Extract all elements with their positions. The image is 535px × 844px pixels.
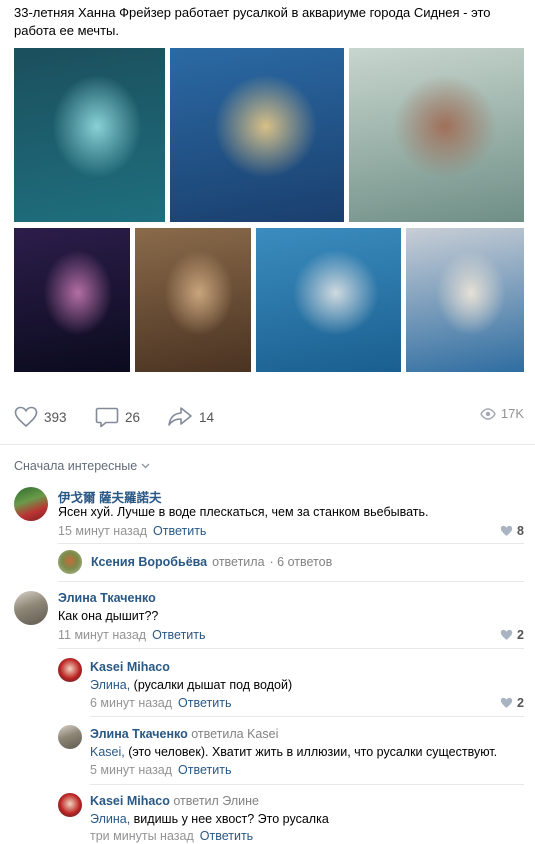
likes-count: 393: [44, 409, 67, 425]
comment-time[interactable]: 6 минут назад: [90, 696, 172, 710]
divider: [58, 648, 524, 649]
comment-author-name[interactable]: Элина Ткаченко: [90, 727, 188, 741]
comment-text: Ясен хуй. Лучше в воде плескаться, чем з…: [58, 505, 429, 519]
comment-author[interactable]: Элина Ткаченко ответила Kasei: [90, 727, 278, 741]
chevron-down-icon: [141, 463, 150, 469]
comment-like-button[interactable]: 2: [500, 696, 524, 710]
comment-body: (это человек). Хватит жить в иллюзии, чт…: [124, 745, 498, 759]
avatar[interactable]: [58, 725, 82, 749]
comment-icon: [95, 407, 119, 428]
heart-icon: [14, 406, 38, 428]
comment-meta: 15 минут назад Ответить: [58, 524, 206, 538]
comment-meta: три минуты назад Ответить: [90, 829, 253, 843]
like-button[interactable]: 393: [14, 406, 67, 428]
comment-meta: 6 минут назад Ответить: [90, 696, 231, 710]
divider: [58, 543, 524, 544]
replied-to[interactable]: ответила Kasei: [191, 727, 278, 741]
thread-verb: ответила: [212, 555, 265, 569]
post-text: 33-летняя Ханна Фрейзер работает русалко…: [14, 5, 491, 38]
heart-icon: [500, 525, 513, 536]
eye-icon: [480, 407, 496, 420]
thread-summary[interactable]: Ксения Воробьёва ответила · 6 ответов: [91, 555, 332, 569]
comment-author[interactable]: Kasei Mihaco: [90, 660, 170, 674]
views-count: 17K: [500, 406, 524, 421]
avatar[interactable]: [14, 487, 48, 521]
divider: [90, 784, 524, 785]
sort-dropdown[interactable]: Сначала интересные: [14, 459, 150, 473]
photo-mermaid-rock[interactable]: [135, 228, 251, 372]
comment-text: Элина, (русалки дышат под водой): [90, 678, 292, 692]
comment-meta: 11 минут назад Ответить: [58, 628, 206, 642]
sort-label: Сначала интересные: [14, 459, 138, 473]
comment-body: видишь у нее хвост? Это русалка: [130, 812, 329, 826]
comment-text: Kasei, (это человек). Хватит жить в иллю…: [90, 745, 497, 759]
avatar[interactable]: [58, 550, 82, 574]
replied-to[interactable]: ответил Элине: [173, 794, 259, 808]
comment-time[interactable]: 11 минут назад: [58, 628, 146, 642]
comment-author[interactable]: Kasei Mihaco ответил Элине: [90, 794, 259, 808]
thread-author[interactable]: Ксения Воробьёва: [91, 555, 207, 569]
thread-count[interactable]: · 6 ответов: [270, 555, 333, 569]
reply-button[interactable]: Ответить: [153, 524, 206, 538]
mention-link[interactable]: Элина,: [90, 678, 130, 692]
reply-button[interactable]: Ответить: [152, 628, 205, 642]
divider: [0, 444, 535, 445]
comment-like-button[interactable]: 2: [500, 628, 524, 642]
photo-mermaid-tail-underwater[interactable]: [14, 48, 165, 222]
photo-mermaid-dark-water[interactable]: [14, 228, 130, 372]
heart-icon: [500, 697, 513, 708]
reply-button[interactable]: Ответить: [178, 696, 231, 710]
avatar[interactable]: [58, 658, 82, 682]
comment-button[interactable]: 26: [95, 406, 140, 428]
comment-author[interactable]: Элина Ткаченко: [58, 591, 156, 605]
avatar[interactable]: [14, 591, 48, 625]
comment-text: Элина, видишь у нее хвост? Это русалка: [90, 812, 329, 826]
post-actions: 393 26 14 17K: [14, 406, 524, 432]
comment-like-button[interactable]: 8: [500, 524, 524, 538]
comment-author[interactable]: 伊戈爾 薩夫羅諾夫: [58, 487, 161, 506]
share-icon: [168, 407, 192, 426]
comment-meta: 5 минут назад Ответить: [90, 763, 231, 777]
comment-like-count: 2: [517, 696, 524, 710]
divider: [90, 716, 524, 717]
comment-text: Как она дышит??: [58, 609, 159, 623]
comment-like-count: 8: [517, 524, 524, 538]
photo-headdress-portrait[interactable]: [406, 228, 524, 372]
views-counter: 17K: [480, 406, 524, 421]
mention-link[interactable]: Kasei,: [90, 745, 125, 759]
photo-mermaid-dome[interactable]: [256, 228, 401, 372]
comment-like-count: 2: [517, 628, 524, 642]
photo-mermaid-blonde-shipwreck[interactable]: [170, 48, 344, 222]
avatar[interactable]: [58, 793, 82, 817]
comment-time[interactable]: три минуты назад: [90, 829, 194, 843]
divider: [58, 581, 524, 582]
reply-button[interactable]: Ответить: [200, 829, 253, 843]
comment-body: (русалки дышат под водой): [130, 678, 293, 692]
comment-author-name[interactable]: Kasei Mihaco: [90, 794, 170, 808]
comments-count: 26: [125, 409, 141, 425]
comment-time[interactable]: 15 минут назад: [58, 524, 147, 538]
heart-icon: [500, 629, 513, 640]
comment-time[interactable]: 5 минут назад: [90, 763, 172, 777]
photo-mermaid-aquarium-glass[interactable]: [349, 48, 524, 222]
reply-button[interactable]: Ответить: [178, 763, 231, 777]
share-button[interactable]: 14: [167, 406, 214, 428]
shares-count: 14: [199, 409, 215, 425]
mention-link[interactable]: Элина,: [90, 812, 130, 826]
